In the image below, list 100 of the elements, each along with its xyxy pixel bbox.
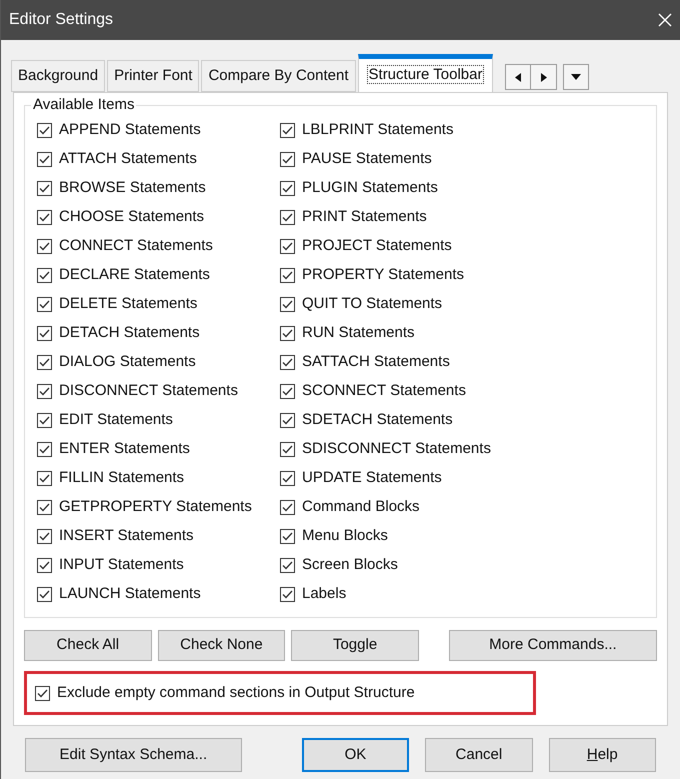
checkbox[interactable]	[280, 239, 295, 254]
checkbox[interactable]	[37, 355, 52, 370]
checkbox-label: UPDATE Statements	[302, 468, 442, 488]
checkbox[interactable]	[37, 181, 52, 196]
checkmark-icon	[39, 474, 50, 483]
checkbox-label: DISCONNECT Statements	[59, 381, 238, 402]
checkmark-icon	[39, 329, 50, 338]
dialog-button[interactable]: Edit Syntax Schema...	[25, 738, 242, 772]
checkbox[interactable]	[280, 355, 295, 370]
checkbox[interactable]	[37, 297, 52, 312]
checkbox[interactable]	[37, 471, 52, 486]
checkmark-icon	[282, 213, 293, 222]
checkmark-icon	[282, 242, 293, 251]
checkmark-icon	[39, 387, 50, 396]
checkbox[interactable]	[280, 181, 295, 196]
scroll-left-button[interactable]	[505, 64, 532, 90]
dialog-button[interactable]: Cancel	[425, 738, 533, 772]
checkbox-label: QUIT TO Statements	[302, 294, 442, 314]
checkbox-label: PROJECT Statements	[302, 236, 452, 256]
checkbox[interactable]	[280, 442, 295, 457]
checkbox-label: ATTACH Statements	[59, 149, 197, 170]
checkbox[interactable]	[37, 500, 52, 515]
checkmark-icon	[282, 184, 293, 193]
checkbox-label: SCONNECT Statements	[302, 381, 466, 402]
checkbox-label: Screen Blocks	[302, 555, 398, 576]
window-title: Editor Settings	[9, 10, 114, 30]
checkbox[interactable]	[37, 384, 52, 399]
checkbox[interactable]	[37, 152, 52, 167]
checkbox[interactable]	[37, 123, 52, 138]
checkbox[interactable]	[280, 558, 295, 573]
checkbox[interactable]	[37, 210, 52, 225]
checkbox-label: DECLARE Statements	[59, 265, 210, 286]
checkbox[interactable]	[280, 384, 295, 399]
dialog-button[interactable]: Help	[548, 738, 656, 772]
checkbox[interactable]	[280, 297, 295, 312]
checkbox-label: APPEND Statements	[59, 120, 201, 140]
checkmark-icon	[282, 126, 293, 135]
checkmark-icon	[282, 416, 293, 425]
checkbox[interactable]	[280, 123, 295, 138]
checkbox[interactable]	[280, 413, 295, 428]
checkbox[interactable]	[280, 471, 295, 486]
down-triangle-icon	[571, 74, 582, 80]
checkbox[interactable]	[35, 686, 50, 700]
action-button[interactable]: Toggle	[291, 630, 419, 661]
checkmark-icon	[282, 503, 293, 512]
checkmark-icon	[282, 271, 293, 280]
dialog-button[interactable]: OK	[302, 738, 410, 772]
checkmark-icon	[282, 329, 293, 338]
checkbox[interactable]	[280, 500, 295, 515]
close-icon[interactable]	[658, 13, 672, 27]
checkbox[interactable]	[37, 413, 52, 428]
checkbox-label: Exclude empty command sections in Output Structure	[57, 682, 415, 703]
checkmark-icon	[39, 445, 50, 454]
left-triangle-icon	[515, 72, 522, 82]
right-triangle-icon	[540, 72, 547, 82]
checkbox[interactable]	[37, 529, 52, 544]
checkbox[interactable]	[280, 268, 295, 283]
checkmark-icon	[282, 561, 293, 570]
checkbox[interactable]	[280, 152, 295, 167]
checkbox-label: CONNECT Statements	[59, 236, 213, 256]
checkbox-label: Labels	[302, 584, 346, 604]
checkbox[interactable]	[280, 587, 295, 602]
checkmark-icon	[39, 126, 50, 135]
action-button[interactable]: More Commands...	[448, 630, 657, 661]
action-button[interactable]: Check All	[24, 630, 152, 661]
checkbox[interactable]	[37, 239, 52, 254]
checkbox[interactable]	[37, 268, 52, 283]
checkbox[interactable]	[280, 529, 295, 544]
tab[interactable]: Compare By Content	[201, 60, 356, 92]
checkbox[interactable]	[37, 326, 52, 341]
tab[interactable]: Printer Font	[107, 60, 200, 92]
checkbox-label: GETPROPERTY Statements	[59, 497, 252, 518]
checkmark-icon	[39, 271, 50, 280]
tab[interactable]: Background	[11, 60, 106, 92]
checkbox-label: FILLIN Statements	[59, 468, 184, 488]
checkmark-icon	[39, 416, 50, 425]
checkbox-label: INSERT Statements	[59, 526, 194, 546]
checkmark-icon	[39, 155, 50, 164]
scroll-right-button[interactable]	[531, 64, 558, 90]
checkbox-label: DELETE Statements	[59, 294, 198, 314]
checkmark-icon	[39, 590, 50, 599]
checkmark-icon	[39, 184, 50, 193]
checkbox-label: PAUSE Statements	[302, 149, 432, 170]
checkbox-label: BROWSE Statements	[59, 178, 206, 198]
checkbox[interactable]	[37, 587, 52, 602]
checkbox-label: PLUGIN Statements	[302, 178, 438, 198]
checkbox[interactable]	[37, 442, 52, 457]
checkmark-icon	[39, 242, 50, 251]
checkbox-label: DIALOG Statements	[59, 352, 196, 372]
action-button[interactable]: Check None	[158, 630, 286, 661]
dropdown-button[interactable]	[563, 64, 590, 90]
checkbox-label: PRINT Statements	[302, 207, 427, 228]
checkbox-label: PROPERTY Statements	[302, 265, 464, 286]
checkbox[interactable]	[280, 210, 295, 225]
checkbox-label: DETACH Statements	[59, 323, 200, 344]
checkbox-label: SATTACH Statements	[302, 352, 450, 372]
checkmark-icon	[282, 474, 293, 483]
checkbox[interactable]	[280, 326, 295, 341]
tab[interactable]: Structure Toolbar	[358, 54, 494, 92]
checkbox[interactable]	[37, 558, 52, 573]
